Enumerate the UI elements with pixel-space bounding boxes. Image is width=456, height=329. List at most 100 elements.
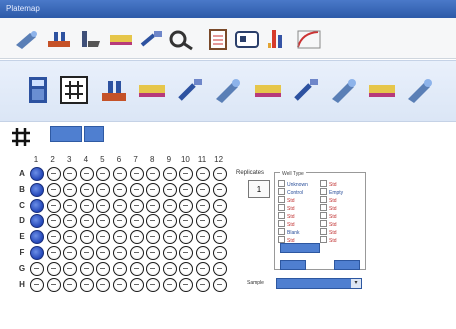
plate-row-label[interactable]: D <box>16 216 28 225</box>
plate-well[interactable] <box>179 167 194 181</box>
plate-row-label[interactable]: C <box>16 201 28 210</box>
grid-icon[interactable] <box>10 126 32 148</box>
plate-strip-icon[interactable] <box>250 73 286 107</box>
plate-well[interactable] <box>96 246 111 260</box>
plate-well[interactable] <box>113 246 127 260</box>
plate-well[interactable] <box>79 246 94 260</box>
plate-well[interactable] <box>212 214 227 229</box>
plate-well[interactable] <box>96 167 111 181</box>
plate-row-label[interactable]: H <box>16 280 28 289</box>
plate-well[interactable] <box>46 198 61 213</box>
plate-well[interactable] <box>162 277 177 292</box>
plate-well[interactable] <box>79 230 94 245</box>
plate-column-label[interactable]: 7 <box>130 155 142 164</box>
plate-strip-icon[interactable] <box>106 27 136 51</box>
plate-well[interactable] <box>196 277 210 292</box>
transfer-icon[interactable] <box>172 73 208 107</box>
plate-well[interactable] <box>113 198 127 213</box>
plate-well[interactable] <box>30 198 44 213</box>
plate-well[interactable] <box>196 182 210 197</box>
plate-well[interactable] <box>96 261 111 276</box>
plate-well[interactable] <box>63 277 78 292</box>
sample-select[interactable]: ▾ <box>276 278 362 289</box>
plate-well[interactable] <box>196 198 210 213</box>
plate-well[interactable] <box>179 198 194 213</box>
plate-well[interactable] <box>63 230 78 245</box>
plate-well[interactable] <box>212 261 227 276</box>
plate-well[interactable] <box>212 182 227 197</box>
plate-well[interactable] <box>146 167 161 181</box>
plate-column-label[interactable]: 5 <box>96 155 108 164</box>
plate-well[interactable] <box>196 167 210 181</box>
plate-well[interactable] <box>113 230 127 245</box>
plate-well[interactable] <box>179 214 194 229</box>
multi-tip-icon[interactable] <box>96 73 132 107</box>
plate-column-label[interactable]: 1 <box>30 155 42 164</box>
plate-well[interactable] <box>63 246 78 260</box>
plate-well[interactable] <box>63 261 78 276</box>
plate-well[interactable] <box>212 230 227 245</box>
plate-well[interactable] <box>146 261 161 276</box>
plate-well[interactable] <box>113 167 127 181</box>
plate-well[interactable] <box>113 277 127 292</box>
plate-row-label[interactable]: G <box>16 264 28 273</box>
plate-row-label[interactable]: A <box>16 169 28 178</box>
multi-tip-icon[interactable] <box>44 27 74 51</box>
plate-well[interactable] <box>113 214 127 229</box>
apply-well-type-button[interactable] <box>280 243 320 253</box>
plate-well[interactable] <box>79 261 94 276</box>
plate-well[interactable] <box>212 246 227 260</box>
plate-well[interactable] <box>46 261 61 276</box>
plate-column-label[interactable]: 12 <box>213 155 225 164</box>
plate-option-button[interactable] <box>84 126 104 142</box>
plate-well[interactable] <box>129 277 144 292</box>
plate-well[interactable] <box>162 167 177 181</box>
plate-well[interactable] <box>129 214 144 229</box>
plate-well[interactable] <box>179 277 194 292</box>
plate-well[interactable] <box>162 182 177 197</box>
plate-well[interactable] <box>129 198 144 213</box>
plate-well[interactable] <box>146 198 161 213</box>
plate-well[interactable] <box>196 246 210 260</box>
plate-well[interactable] <box>96 214 111 229</box>
plate-well[interactable] <box>63 182 78 197</box>
plate-well[interactable] <box>113 182 127 197</box>
plate-well[interactable] <box>162 261 177 276</box>
transfer-icon[interactable] <box>288 73 324 107</box>
plate-well[interactable] <box>63 198 78 213</box>
plate-well[interactable] <box>79 167 94 181</box>
plate-well[interactable] <box>79 214 94 229</box>
plate-well[interactable] <box>129 246 144 260</box>
plate-column-label[interactable]: 4 <box>80 155 92 164</box>
plate-well[interactable] <box>162 246 177 260</box>
plate-well[interactable] <box>46 167 61 181</box>
microscope-icon[interactable] <box>166 27 196 51</box>
chevron-down-icon[interactable]: ▾ <box>351 279 361 288</box>
plate-column-label[interactable]: 10 <box>179 155 191 164</box>
plate-column-label[interactable]: 8 <box>146 155 158 164</box>
plate-well[interactable] <box>179 182 194 197</box>
plate-well[interactable] <box>63 167 78 181</box>
plate-well[interactable] <box>30 167 44 181</box>
plate-well[interactable] <box>162 214 177 229</box>
plate-well[interactable] <box>96 182 111 197</box>
plate-well[interactable] <box>46 246 61 260</box>
well-type-option[interactable]: Std <box>320 236 337 245</box>
plate-well[interactable] <box>196 214 210 229</box>
plate-well[interactable] <box>30 277 44 292</box>
plate-well[interactable] <box>79 182 94 197</box>
plate-column-label[interactable]: 6 <box>113 155 125 164</box>
plate-row-label[interactable]: E <box>16 232 28 241</box>
plate-strip-icon[interactable] <box>364 73 400 107</box>
replicates-spinner[interactable]: 1 <box>248 180 270 198</box>
plate-well[interactable] <box>46 230 61 245</box>
plate-well[interactable] <box>63 214 78 229</box>
plate-well[interactable] <box>79 277 94 292</box>
plate-well[interactable] <box>179 261 194 276</box>
plate-column-label[interactable]: 3 <box>63 155 75 164</box>
plate-well[interactable] <box>146 246 161 260</box>
plate-well[interactable] <box>212 167 227 181</box>
plate-well[interactable] <box>30 182 44 197</box>
plate-well[interactable] <box>96 230 111 245</box>
tip-rack-icon[interactable] <box>262 27 292 51</box>
